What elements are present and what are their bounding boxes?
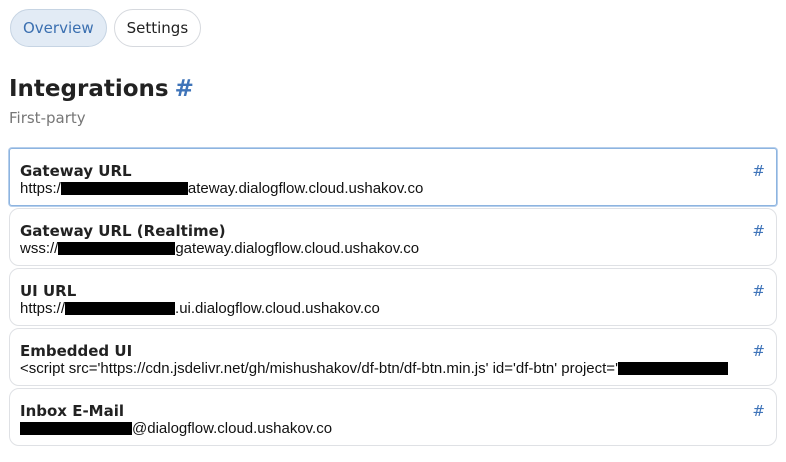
integration-value: wss:// gateway.dialogflow.cloud.ushakov.c… [20,240,419,257]
integration-value: https:/ ateway.dialogflow.cloud.ushakov.c… [20,180,423,197]
tab-overview[interactable]: Overview [10,9,107,47]
integration-anchor-link[interactable]: # [752,162,765,180]
integration-inbox-email[interactable]: Inbox E-Mail # @dialogflow.cloud.ushakov… [9,388,777,446]
tab-settings[interactable]: Settings [113,9,202,47]
section-title: Integrations [9,76,169,102]
redacted-block [58,242,176,255]
integration-gateway-url[interactable]: Gateway URL # https:/ ateway.dialogflow.c… [9,148,777,206]
value-suffix: gateway.dialogflow.cloud.ushakov.co [175,240,420,257]
integration-title: Embedded UI [20,342,133,360]
value-prefix: https:// [20,300,66,317]
section-subtitle: First-party [9,109,86,127]
integration-value: <script src='https://cdn.jsdelivr.net/gh… [20,360,728,377]
integration-title: Gateway URL (Realtime) [20,222,226,240]
redacted-block [60,182,188,195]
page-title: Integrations # [9,76,194,102]
integration-value: @dialogflow.cloud.ushakov.co [20,420,332,437]
redacted-block [617,362,728,375]
integration-anchor-link[interactable]: # [752,282,765,300]
value-prefix: wss:// [20,240,59,257]
redacted-block [20,422,132,435]
integration-title: UI URL [20,282,77,300]
integration-anchor-link[interactable]: # [752,402,765,420]
integration-value: https:// .ui.dialogflow.cloud.ushakov.co [20,300,380,317]
value-suffix: ateway.dialogflow.cloud.ushakov.co [187,180,424,197]
value-suffix: .ui.dialogflow.cloud.ushakov.co [175,300,380,317]
value-prefix: https:/ [20,180,61,197]
integration-title: Gateway URL [20,162,132,180]
tab-bar: Overview Settings [10,9,202,47]
redacted-block [65,302,176,315]
integration-anchor-link[interactable]: # [752,222,765,240]
integration-ui-url[interactable]: UI URL # https:// .ui.dialogflow.cloud.us… [9,268,777,326]
integration-title: Inbox E-Mail [20,402,125,420]
integration-anchor-link[interactable]: # [752,342,765,360]
integration-gateway-url-realtime[interactable]: Gateway URL (Realtime) # wss:// gateway.d… [9,208,777,266]
value-prefix: <script src='https://cdn.jsdelivr.net/gh… [20,360,618,377]
integration-embedded-ui[interactable]: Embedded UI # <script src='https://cdn.j… [9,328,777,386]
value-suffix: @dialogflow.cloud.ushakov.co [132,420,333,437]
section-anchor-link[interactable]: # [175,76,194,102]
integrations-list: Gateway URL # https:/ ateway.dialogflow.c… [9,148,777,448]
